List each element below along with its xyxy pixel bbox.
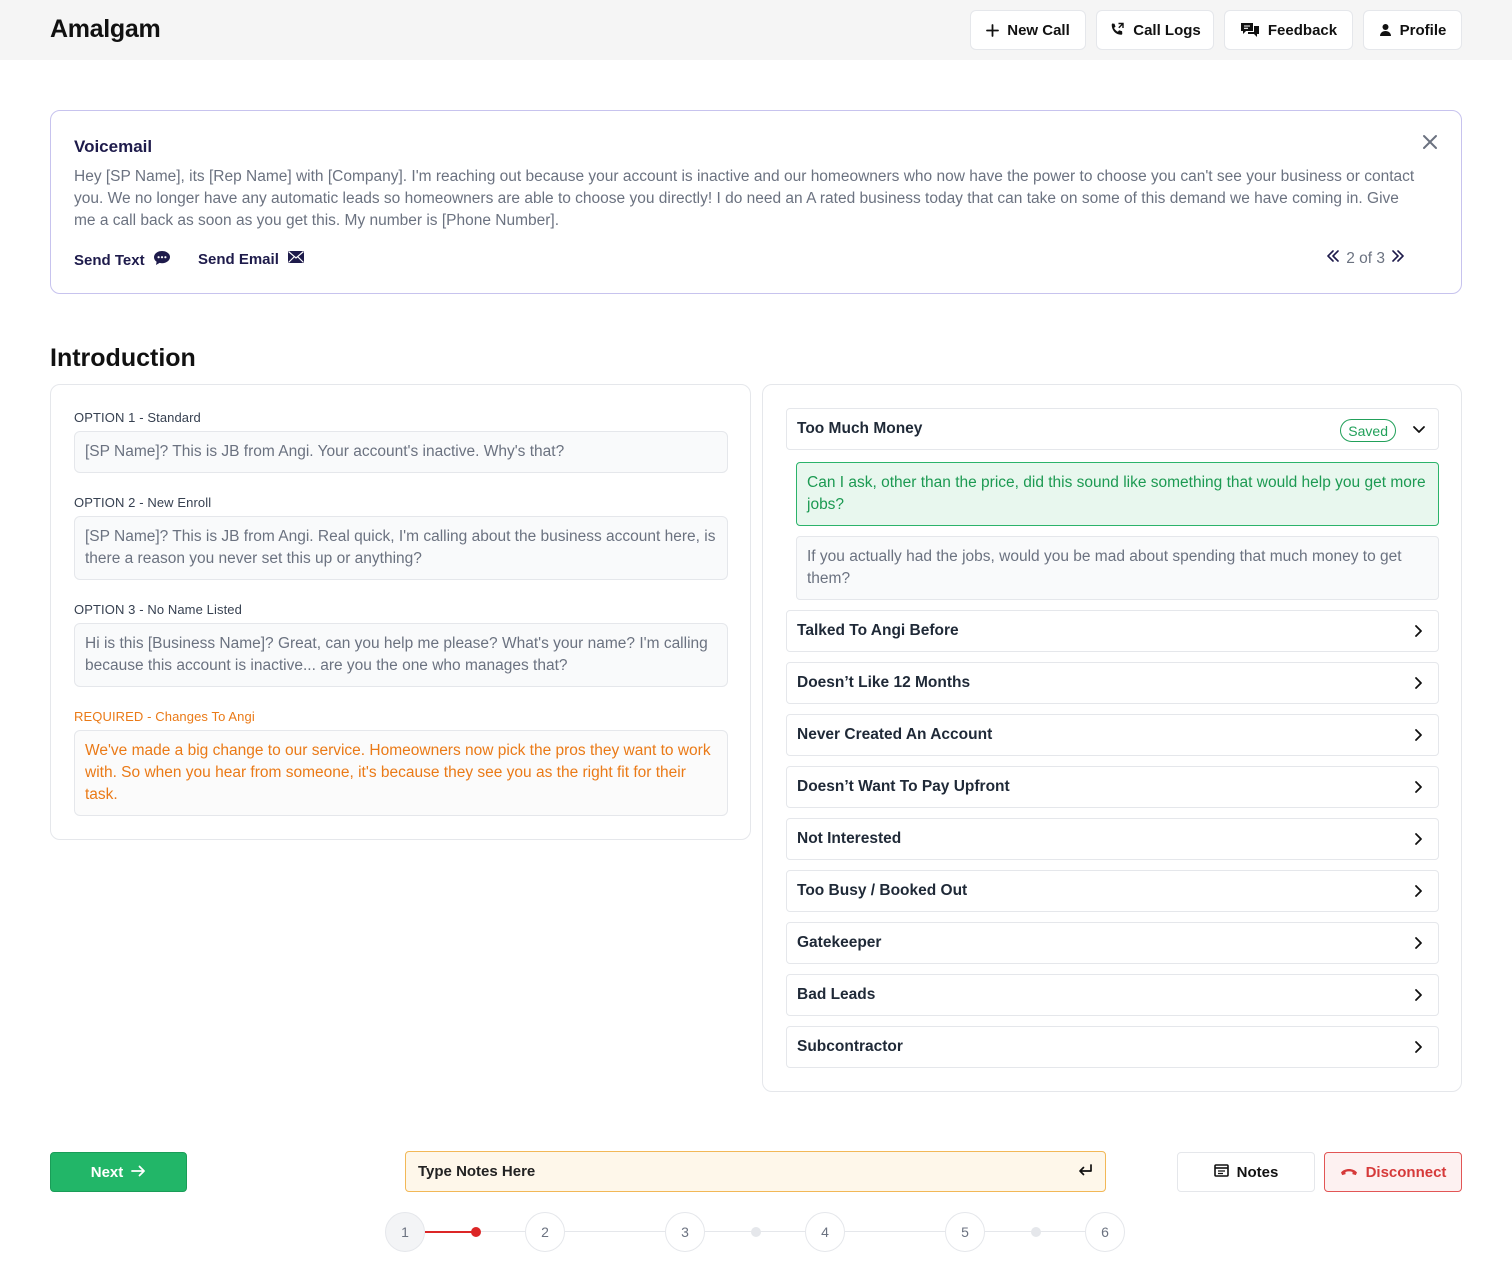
objection-title: Not Interested: [797, 830, 902, 847]
chevron-down-icon[interactable]: [1412, 423, 1426, 442]
send-email-label: Send Email: [198, 250, 279, 268]
step-progress-dot: [1031, 1227, 1041, 1237]
close-icon[interactable]: [1421, 133, 1439, 151]
notes-field: [405, 1151, 1106, 1192]
required-option-script[interactable]: We've made a big change to our service. …: [74, 730, 728, 816]
feedback-label: Feedback: [1267, 21, 1338, 39]
user-icon: [1379, 23, 1392, 37]
double-chevron-right-icon[interactable]: [1391, 249, 1405, 268]
step-progress-dot: [471, 1227, 481, 1237]
required-option-label: REQUIRED - Changes To Angi: [74, 709, 255, 724]
objections-card: Too Much Money Saved Can I ask, other th…: [762, 384, 1462, 1092]
new-call-button[interactable]: New Call: [970, 10, 1086, 50]
objection-title: Gatekeeper: [797, 934, 882, 951]
step-progress-dot: [751, 1227, 761, 1237]
objection-item[interactable]: Gatekeeper: [786, 922, 1439, 964]
send-email-button[interactable]: Send Email: [198, 250, 305, 268]
call-logs-button[interactable]: Call Logs: [1096, 10, 1214, 50]
step-2[interactable]: 2: [525, 1212, 565, 1252]
disconnect-label: Disconnect: [1365, 1163, 1447, 1181]
objection-title: Subcontractor: [797, 1038, 903, 1055]
notes-input[interactable]: [418, 1163, 1058, 1180]
chat-icon: [153, 250, 171, 270]
objection-title: Talked To Angi Before: [797, 622, 959, 639]
step-4[interactable]: 4: [805, 1212, 845, 1252]
selected-response[interactable]: Can I ask, other than the price, did thi…: [796, 462, 1439, 526]
option-label: OPTION 1 - Standard: [74, 410, 201, 425]
option-label: OPTION 3 - No Name Listed: [74, 602, 242, 617]
envelope-icon: [287, 250, 305, 268]
disconnect-button[interactable]: Disconnect: [1324, 1152, 1462, 1192]
chat-bubbles-icon: [1240, 22, 1260, 38]
plus-icon: [986, 23, 1000, 37]
option-label: OPTION 2 - New Enroll: [74, 495, 212, 510]
step-connector: [845, 1231, 946, 1232]
step-connector: [425, 1231, 475, 1233]
next-button[interactable]: Next: [50, 1152, 187, 1192]
phone-hangup-icon: [1340, 1164, 1358, 1181]
profile-label: Profile: [1399, 21, 1447, 39]
objection-title: Too Busy / Booked Out: [797, 882, 968, 899]
introduction-options-card: OPTION 1 - Standard [SP Name]? This is J…: [50, 384, 751, 840]
voicemail-script: Hey [SP Name], its [Rep Name] with [Comp…: [74, 168, 1415, 229]
option-script[interactable]: Hi is this [Business Name]? Great, can y…: [74, 623, 728, 687]
objection-title: Never Created An Account: [797, 726, 993, 743]
brand-logo: Amalgam: [50, 15, 161, 43]
objection-title: Doesn’t Like 12 Months: [797, 674, 971, 691]
pager-label: 2 of 3: [1346, 249, 1385, 267]
saved-badge: Saved: [1340, 419, 1396, 442]
response-option[interactable]: If you actually had the jobs, would you …: [796, 536, 1439, 600]
chevron-right-icon: [1412, 780, 1426, 799]
step-1[interactable]: 1: [385, 1212, 425, 1252]
feedback-button[interactable]: Feedback: [1224, 10, 1353, 50]
next-label: Next: [90, 1163, 124, 1181]
chevron-right-icon: [1412, 884, 1426, 903]
objection-title: Too Much Money: [797, 420, 923, 437]
voicemail-pager: 2 of 3: [1326, 249, 1405, 268]
chevron-right-icon: [1412, 624, 1426, 643]
chevron-right-icon: [1412, 936, 1426, 955]
objection-title: Bad Leads: [797, 986, 876, 1003]
step-connector: [480, 1231, 526, 1232]
objection-item[interactable]: Bad Leads: [786, 974, 1439, 1016]
double-chevron-left-icon[interactable]: [1326, 249, 1340, 268]
step-5[interactable]: 5: [945, 1212, 985, 1252]
objection-item[interactable]: Doesn’t Like 12 Months: [786, 662, 1439, 704]
chevron-right-icon: [1412, 988, 1426, 1007]
send-text-button[interactable]: Send Text: [74, 250, 171, 270]
enter-icon[interactable]: [1077, 1164, 1093, 1183]
send-text-label: Send Text: [74, 251, 145, 269]
objection-item[interactable]: Subcontractor: [786, 1026, 1439, 1068]
arrow-right-icon: [131, 1164, 146, 1181]
objection-item[interactable]: Too Busy / Booked Out: [786, 870, 1439, 912]
profile-button[interactable]: Profile: [1363, 10, 1462, 50]
option-script[interactable]: [SP Name]? This is JB from Angi. Your ac…: [74, 431, 728, 473]
progress-stepper: 1 2 3 4 5 6: [0, 1210, 1512, 1254]
objection-too-much-money[interactable]: Too Much Money Saved: [786, 408, 1439, 450]
objection-item[interactable]: Talked To Angi Before: [786, 610, 1439, 652]
chevron-right-icon: [1412, 676, 1426, 695]
objection-item[interactable]: Never Created An Account: [786, 714, 1439, 756]
chevron-right-icon: [1412, 832, 1426, 851]
section-title: Introduction: [50, 344, 196, 372]
option-script[interactable]: [SP Name]? This is JB from Angi. Real qu…: [74, 516, 728, 580]
chevron-right-icon: [1412, 728, 1426, 747]
objection-item[interactable]: Doesn’t Want To Pay Upfront: [786, 766, 1439, 808]
step-connector: [565, 1231, 666, 1232]
voicemail-card: Voicemail Hey [SP Name], its [Rep Name] …: [50, 110, 1462, 294]
call-logs-label: Call Logs: [1133, 21, 1201, 39]
voicemail-title: Voicemail: [74, 137, 153, 156]
notes-icon: [1213, 1163, 1229, 1181]
chevron-right-icon: [1412, 1040, 1426, 1059]
notes-button[interactable]: Notes: [1177, 1152, 1315, 1192]
phone-icon: [1109, 22, 1125, 38]
new-call-label: New Call: [1007, 21, 1070, 39]
step-6[interactable]: 6: [1085, 1212, 1125, 1252]
objection-title: Doesn’t Want To Pay Upfront: [797, 778, 1010, 795]
top-bar: Amalgam New Call Call Logs Feedback Prof…: [0, 0, 1512, 60]
step-3[interactable]: 3: [665, 1212, 705, 1252]
notes-label: Notes: [1236, 1163, 1279, 1181]
objection-item[interactable]: Not Interested: [786, 818, 1439, 860]
